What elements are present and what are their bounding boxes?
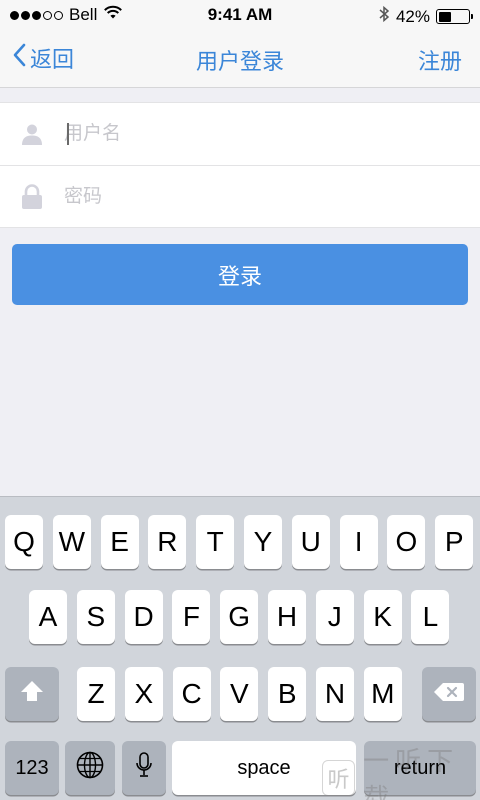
backspace-key[interactable] xyxy=(422,667,476,721)
keyboard: 123 space return QWERTYUIOP ASDFGHJKL ZXCV… xyxy=(0,496,480,800)
navigation-bar: 返回 用户登录 注册 xyxy=(0,30,480,88)
password-row xyxy=(0,165,480,227)
username-input[interactable] xyxy=(64,103,480,165)
user-icon xyxy=(0,122,64,146)
chevron-left-icon xyxy=(12,43,26,73)
numbers-key[interactable]: 123 xyxy=(5,741,59,795)
key-w[interactable]: W xyxy=(52,515,91,569)
key-n[interactable]: N xyxy=(316,667,354,721)
microphone-icon xyxy=(135,751,153,786)
lock-icon xyxy=(0,183,64,210)
battery-percent: 42% xyxy=(395,6,430,26)
shift-key[interactable] xyxy=(5,667,59,721)
key-z[interactable]: Z xyxy=(77,667,115,721)
key-l[interactable]: L xyxy=(411,590,450,644)
key-s[interactable]: S xyxy=(76,590,115,644)
key-p[interactable]: P xyxy=(435,515,474,569)
key-m[interactable]: M xyxy=(363,667,402,721)
back-label: 返回 xyxy=(30,47,75,72)
return-key[interactable]: return xyxy=(364,741,476,795)
key-k[interactable]: K xyxy=(363,590,402,644)
space-key[interactable]: space xyxy=(172,741,356,795)
key-e[interactable]: E xyxy=(100,515,139,569)
key-r[interactable]: R xyxy=(148,515,187,569)
login-button[interactable]: 登录 xyxy=(12,244,468,305)
key-t[interactable]: T xyxy=(196,515,235,569)
key-q[interactable]: Q xyxy=(5,515,43,569)
key-h[interactable]: H xyxy=(268,590,306,644)
password-input[interactable] xyxy=(64,166,480,227)
text-cursor xyxy=(67,123,69,145)
key-x[interactable]: X xyxy=(124,667,163,721)
globe-key[interactable] xyxy=(65,741,115,795)
key-a[interactable]: A xyxy=(29,590,67,644)
key-b[interactable]: B xyxy=(268,667,307,721)
key-c[interactable]: C xyxy=(172,667,211,721)
battery-level-fill xyxy=(438,11,451,22)
login-form xyxy=(0,102,480,228)
status-bar: Bell 9:41 AM 42% xyxy=(0,0,480,30)
key-d[interactable]: D xyxy=(124,590,163,644)
key-i[interactable]: I xyxy=(339,515,378,569)
key-u[interactable]: U xyxy=(291,515,330,569)
key-g[interactable]: G xyxy=(220,590,259,644)
battery-icon xyxy=(436,9,473,24)
key-o[interactable]: O xyxy=(387,515,426,569)
key-y[interactable]: Y xyxy=(244,515,282,569)
back-button[interactable]: 返回 xyxy=(12,42,74,74)
globe-icon xyxy=(75,750,105,787)
dictation-key[interactable] xyxy=(122,741,166,795)
register-button[interactable]: 注册 xyxy=(418,44,462,76)
key-v[interactable]: V xyxy=(220,667,259,721)
bluetooth-icon xyxy=(378,5,390,28)
backspace-icon xyxy=(433,678,465,710)
key-f[interactable]: F xyxy=(172,590,211,644)
shift-arrow-icon xyxy=(19,678,45,710)
status-right: 42% xyxy=(378,5,473,28)
key-j[interactable]: J xyxy=(315,590,354,644)
username-row xyxy=(0,103,480,165)
